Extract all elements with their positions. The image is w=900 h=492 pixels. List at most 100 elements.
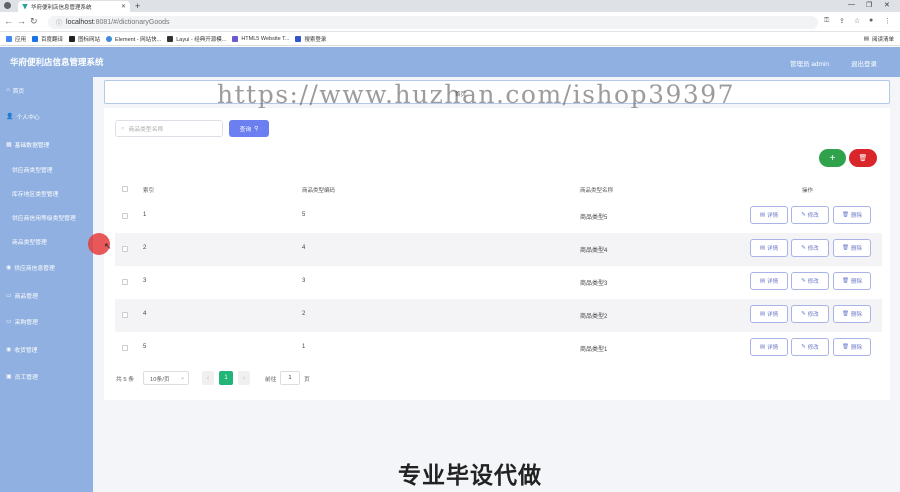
info-icon: ⓘ [56, 21, 63, 27]
share-icon[interactable]: ⇪ [839, 17, 845, 25]
more-icon[interactable]: ⋮ [884, 17, 891, 25]
minimize-icon[interactable]: — [848, 1, 855, 8]
edit-button[interactable]: ✎ 修改 [791, 338, 829, 356]
row-checkbox[interactable] [122, 312, 128, 318]
row-code: 2 [302, 311, 306, 317]
delete-button[interactable]: 🗑 删除 [833, 338, 871, 356]
admin-label[interactable]: 管理员 admin [790, 58, 829, 68]
search-input[interactable]: ○ 商品类型名称 [115, 120, 223, 137]
sidebar-item-home[interactable]: ⌂ 首页 [0, 78, 93, 102]
profile-icon[interactable]: ● [869, 17, 873, 24]
bookmark-baidu-translate[interactable]: 百度翻译 [32, 35, 63, 43]
sidebar-item-goods[interactable]: ▭ 商品管理 [0, 283, 93, 307]
apps-icon [6, 35, 12, 42]
edit-icon: ✎ [801, 311, 806, 317]
trash-icon: 🗑 [842, 278, 849, 284]
bookmark-search-login[interactable]: 搜索登录 [295, 35, 326, 43]
table-header: 索引 商品类型编码 商品类型名称 操作 [115, 180, 882, 199]
edit-button[interactable]: ✎ 修改 [791, 206, 829, 224]
url-path: :8081/#/dictionaryGoods [93, 19, 170, 26]
browser-menu-icon[interactable] [4, 2, 11, 9]
trash-icon: 🗑 [842, 212, 849, 218]
star-icon[interactable]: ☆ [854, 17, 860, 25]
edit-button[interactable]: ✎ 修改 [791, 272, 829, 290]
logout-link[interactable]: 退出登录 [851, 58, 877, 68]
delete-button[interactable]: 🗑 删除 [833, 206, 871, 224]
page-size-select[interactable]: 10条/页 ⌄ [143, 371, 189, 385]
row-checkbox[interactable] [122, 246, 128, 252]
sidebar-item-stock-region-type[interactable]: 库存地区类型管理 [0, 181, 93, 205]
search-placeholder: 商品类型名称 [128, 127, 164, 133]
next-page-button[interactable]: › [238, 371, 250, 385]
row-name: 商品类型1 [580, 347, 608, 353]
detail-button[interactable]: ▤ 详情 [750, 305, 788, 323]
detail-button[interactable]: ▤ 详情 [750, 338, 788, 356]
window-close-icon[interactable]: ✕ [884, 1, 890, 9]
bookmark-element[interactable]: Element - 网站快... [106, 35, 161, 43]
bookmark-html5[interactable]: HTML5 Website T... [232, 35, 289, 42]
sidebar-item-staff[interactable]: ▣ 员工管理 [0, 364, 93, 388]
reading-list[interactable]: ▤ 阅读清单 [864, 35, 894, 43]
sidebar-item-basic-data[interactable]: ▦ 基础数据管理 [0, 132, 93, 156]
trash-icon: 🗑 [842, 344, 849, 350]
mouse-cursor-icon: ↖ [104, 241, 112, 251]
bookmark-icons[interactable]: 图标网站 [69, 35, 100, 43]
forward-icon[interactable]: → [17, 16, 26, 26]
staff-icon: ▣ [6, 373, 12, 380]
search-button[interactable]: 查询 ⚲ [229, 120, 269, 137]
delete-button[interactable]: 🗑 删除 [833, 272, 871, 290]
goto-page-input[interactable]: 1 [280, 371, 300, 385]
pagination-total: 共 5 条 [116, 377, 135, 383]
back-icon[interactable]: ← [4, 16, 13, 26]
detail-button[interactable]: ▤ 详情 [750, 239, 788, 257]
edit-button[interactable]: ✎ 修改 [791, 239, 829, 257]
row-checkbox[interactable] [122, 345, 128, 351]
address-bar[interactable]: ⓘ localhost:8081/#/dictionaryGoods [48, 16, 818, 29]
detail-button[interactable]: ▤ 详情 [750, 272, 788, 290]
browser-tabstrip: 华府便利店信息管理系统 ✕ + — ❐ ✕ [0, 0, 900, 12]
sidebar-item-supplier-info[interactable]: ◉ 供应商信息管理 [0, 255, 93, 279]
sidebar-item-supplier-type[interactable]: 供应商类型管理 [0, 157, 93, 181]
row-checkbox[interactable] [122, 213, 128, 219]
table-row: 2 4 商品类型4 ▤ 详情 ✎ 修改 🗑 删除 [115, 233, 882, 266]
doc-icon: ▤ [759, 311, 766, 317]
vue-favicon-icon [22, 3, 28, 10]
row-checkbox[interactable] [122, 279, 128, 285]
select-all-checkbox[interactable] [122, 186, 128, 192]
sidebar-item-purchase[interactable]: ▭ 采购管理 [0, 309, 93, 333]
maximize-icon[interactable]: ❐ [866, 1, 872, 9]
reading-list-icon: ▤ [863, 36, 869, 42]
tab-close-icon[interactable]: ✕ [121, 3, 126, 10]
sidebar-item-supplier-credit-type[interactable]: 供应商信用等级类型管理 [0, 205, 93, 229]
bookmark-layui[interactable]: Layui - 经典开源模... [167, 35, 226, 43]
new-tab-icon[interactable]: + [135, 1, 140, 11]
trash-icon: 🗑 [842, 311, 849, 317]
reload-icon[interactable]: ↻ [30, 16, 38, 27]
magnifier-icon: ⚲ [254, 125, 259, 132]
receive-icon: ◉ [6, 346, 12, 353]
key-icon[interactable]: ⚿ [824, 17, 829, 25]
doc-icon: ▤ [759, 245, 766, 251]
row-index: 2 [143, 245, 147, 251]
browser-tab[interactable]: 华府便利店信息管理系统 ✕ [18, 1, 130, 12]
sidebar-item-receive[interactable]: ◉ 收货管理 [0, 337, 93, 361]
overlay-caption: 专业毕设代做 [398, 462, 542, 488]
sidebar-item-goods-type[interactable]: 商品类型管理 [0, 229, 93, 253]
page-number-current[interactable]: 1 [219, 371, 233, 385]
edit-button[interactable]: ✎ 修改 [791, 305, 829, 323]
delete-button[interactable]: 🗑 删除 [833, 239, 871, 257]
bookmarks-bar: 应用 百度翻译 图标网站 Element - 网站快... Layui - 经典… [0, 32, 900, 46]
supplier-icon: ◉ [6, 264, 12, 271]
prev-page-button[interactable]: ‹ [202, 371, 214, 385]
row-index: 5 [143, 344, 147, 350]
grid-icon: ▦ [6, 141, 12, 148]
delete-button[interactable]: 🗑 删除 [833, 305, 871, 323]
goto-label: 前往 [265, 377, 277, 383]
add-button[interactable]: + [819, 149, 846, 167]
detail-button[interactable]: ▤ 详情 [750, 206, 788, 224]
user-icon: 👤 [6, 113, 14, 120]
bookmark-apps[interactable]: 应用 [6, 35, 26, 43]
trash-icon: 🗑 [842, 245, 849, 251]
batch-delete-button[interactable]: 🗑 [849, 149, 877, 167]
sidebar-item-profile[interactable]: 👤 个人中心 [0, 104, 93, 128]
